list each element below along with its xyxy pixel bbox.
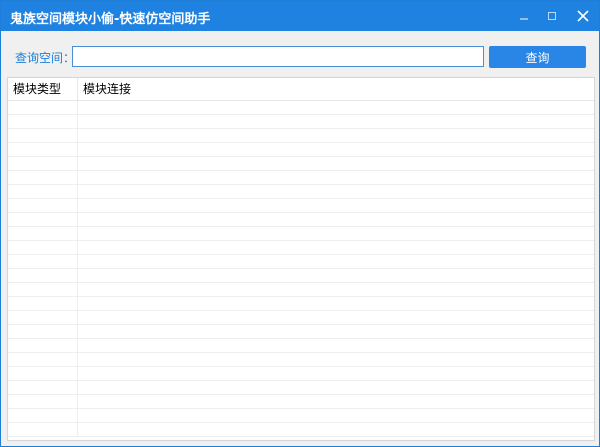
window-title: 鬼族空间模块小偷-快速仿空间助手 [10, 12, 211, 27]
table-cell [8, 325, 78, 339]
table-row [8, 339, 594, 353]
table-row [8, 171, 594, 185]
client-area: 查询空间： 查询 模块类型 模块连接 [1, 31, 599, 446]
maximize-icon [548, 12, 556, 20]
table-cell [8, 101, 78, 115]
table-body [8, 101, 594, 440]
table-row [8, 423, 594, 437]
table-row [8, 395, 594, 409]
table-cell [8, 381, 78, 395]
table-row [8, 255, 594, 269]
table-cell [8, 297, 78, 311]
minimize-icon [520, 18, 528, 20]
table-cell [8, 423, 78, 437]
table-cell [8, 213, 78, 227]
table-cell [8, 199, 78, 213]
table-cell [8, 157, 78, 171]
table-cell [8, 171, 78, 185]
maximize-button[interactable] [536, 1, 568, 31]
table-row [8, 241, 594, 255]
table-cell [8, 339, 78, 353]
table-row [8, 185, 594, 199]
table-cell [8, 241, 78, 255]
table-cell [8, 269, 78, 283]
table-cell [8, 283, 78, 297]
table-row [8, 353, 594, 367]
query-button[interactable]: 查询 [489, 46, 586, 68]
table-row [8, 227, 594, 241]
close-icon [577, 10, 589, 22]
table-row [8, 283, 594, 297]
table-row [8, 101, 594, 115]
table-row [8, 409, 594, 423]
search-label: 查询空间： [15, 51, 76, 65]
table-row [8, 129, 594, 143]
module-table[interactable]: 模块类型 模块连接 [7, 77, 595, 441]
table-row [8, 115, 594, 129]
app-window: 鬼族空间模块小偷-快速仿空间助手 查询空间： 查询 模块类型 模块连接 [0, 0, 600, 447]
column-header-module-link[interactable]: 模块连接 [78, 78, 594, 101]
table-cell [8, 227, 78, 241]
table-cell [8, 409, 78, 423]
table-row [8, 325, 594, 339]
table-row [8, 381, 594, 395]
table-row [8, 311, 594, 325]
table-cell [8, 311, 78, 325]
table-row [8, 213, 594, 227]
table-cell [8, 395, 78, 409]
table-row [8, 269, 594, 283]
table-row [8, 367, 594, 381]
table-cell [8, 185, 78, 199]
table-row [8, 297, 594, 311]
column-header-module-type[interactable]: 模块类型 [8, 78, 78, 101]
table-cell [8, 367, 78, 381]
table-row [8, 157, 594, 171]
table-cell [8, 115, 78, 129]
table-row [8, 143, 594, 157]
close-button[interactable] [567, 1, 599, 31]
table-cell [8, 143, 78, 157]
table-cell [8, 255, 78, 269]
table-header: 模块类型 模块连接 [8, 78, 594, 101]
table-cell [8, 353, 78, 367]
table-row [8, 199, 594, 213]
search-input[interactable] [72, 46, 484, 67]
title-bar[interactable]: 鬼族空间模块小偷-快速仿空间助手 [1, 1, 599, 31]
table-cell [8, 129, 78, 143]
